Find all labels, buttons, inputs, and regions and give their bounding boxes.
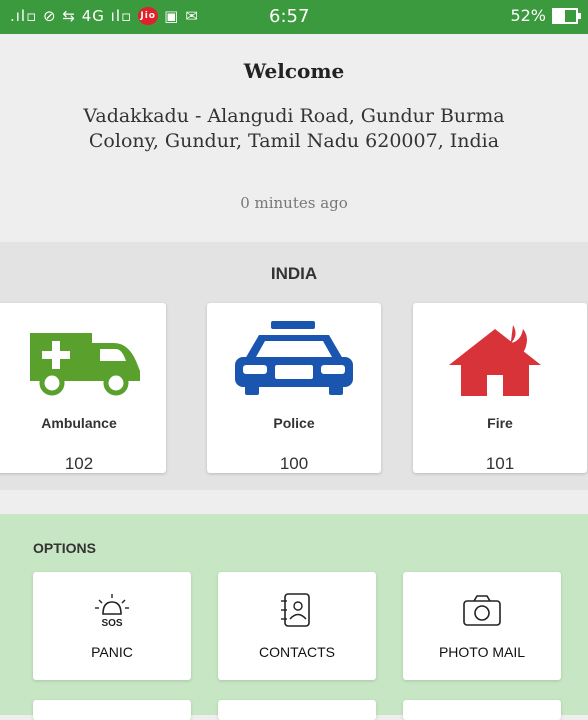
option-card-partial[interactable] [218, 700, 376, 720]
status-icons: .ıl▫ ⊘ ⇆ 4G ıl▫ Jio ▣ ✉ [10, 7, 199, 25]
panic-button[interactable]: SOS PANIC [33, 572, 191, 680]
photo-mail-button[interactable]: PHOTO MAIL [403, 572, 561, 680]
sos-siren-icon: SOS [95, 594, 129, 628]
police-car-icon [235, 321, 353, 395]
options-panel: OPTIONS SOS PANIC CONTACTS PHOTO MAIL [0, 514, 588, 720]
svg-text:SOS: SOS [101, 618, 122, 628]
status-time: 6:57 [269, 6, 310, 27]
service-card-ambulance[interactable]: Ambulance 102 [0, 303, 166, 473]
status-bar: .ıl▫ ⊘ ⇆ 4G ıl▫ Jio ▣ ✉ 6:57 52% [0, 0, 588, 34]
welcome-heading: Welcome [243, 59, 345, 83]
option-label: CONTACTS [259, 644, 335, 660]
option-card-partial[interactable] [403, 700, 561, 720]
option-label: PANIC [91, 644, 133, 660]
service-number: 100 [279, 454, 309, 473]
service-name: Fire [487, 415, 513, 431]
service-name: Ambulance [41, 415, 117, 431]
location-panel: Welcome Vadakkadu - Alangudi Road, Gundu… [0, 34, 588, 242]
camera-icon [463, 595, 501, 626]
fire-house-icon [449, 325, 541, 396]
contacts-book-icon [281, 593, 310, 627]
contacts-button[interactable]: CONTACTS [218, 572, 376, 680]
section-divider [0, 490, 588, 514]
emergency-services: Ambulance 102 Police 100 Fire 101 [0, 290, 588, 490]
country-label: INDIA [270, 264, 318, 283]
gallery-icon: ▣ [164, 7, 180, 25]
service-number: 102 [64, 454, 94, 473]
ambulance-icon [30, 333, 140, 396]
location-updated-time: 0 minutes ago [240, 194, 348, 212]
option-label: PHOTO MAIL [438, 644, 526, 660]
battery-percent: 52% [510, 6, 546, 25]
service-card-fire[interactable]: Fire 101 [413, 303, 587, 473]
signal-icons: .ıl▫ ⊘ ⇆ 4G ıl▫ [10, 7, 133, 25]
service-number: 101 [485, 454, 515, 473]
jio-icon: Jio [138, 7, 159, 25]
battery-icon [552, 7, 581, 24]
mail-icon: ✉ [185, 7, 199, 25]
options-heading: OPTIONS [33, 540, 97, 556]
battery-fill [554, 9, 566, 22]
service-name: Police [273, 415, 315, 431]
service-card-police[interactable]: Police 100 [207, 303, 381, 473]
current-address: Vadakkadu - Alangudi Road, Gundur Burma … [83, 105, 505, 152]
option-card-partial[interactable] [33, 700, 191, 720]
battery-status: 52% [510, 6, 581, 25]
